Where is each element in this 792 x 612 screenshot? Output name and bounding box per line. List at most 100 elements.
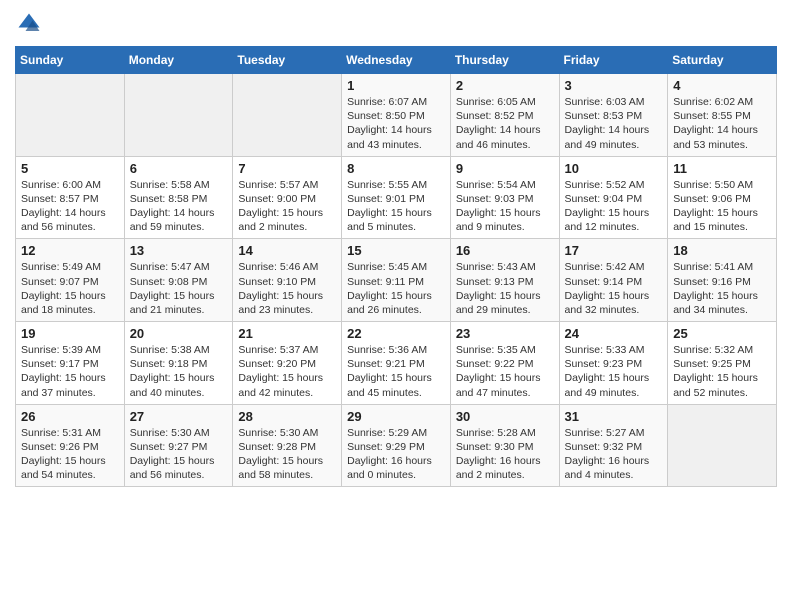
calendar-cell: 1Sunrise: 6:07 AM Sunset: 8:50 PM Daylig… — [342, 74, 451, 157]
calendar-cell: 21 Sunrise: 5:37 AM Sunset: 9:20 PM Dayli… — [233, 322, 342, 405]
calendar-cell: 17Sunrise: 5:42 AM Sunset: 9:14 PM Dayli… — [559, 239, 668, 322]
day-number: 15 — [347, 243, 445, 258]
calendar-cell — [668, 404, 777, 487]
page-header — [15, 10, 777, 38]
calendar-cell — [233, 74, 342, 157]
calendar-cell: 29Sunrise: 5:29 AM Sunset: 9:29 PM Dayli… — [342, 404, 451, 487]
day-info: Sunrise: 6:02 AM Sunset: 8:55 PM Dayligh… — [673, 95, 771, 152]
calendar-cell: 25 Sunrise: 5:32 AM Sunset: 9:25 PM Dayli… — [668, 322, 777, 405]
calendar-cell: 13Sunrise: 5:47 AM Sunset: 9:08 PM Dayli… — [124, 239, 233, 322]
day-info: Sunrise: 5:49 AM Sunset: 9:07 PM Dayligh… — [21, 260, 119, 317]
calendar-cell: 31Sunrise: 5:27 AM Sunset: 9:32 PM Dayli… — [559, 404, 668, 487]
calendar-week-3: 12 Sunrise: 5:49 AM Sunset: 9:07 PM Dayli… — [16, 239, 777, 322]
calendar-cell: 26 Sunrise: 5:31 AM Sunset: 9:26 PM Dayli… — [16, 404, 125, 487]
day-number: 8 — [347, 161, 445, 176]
day-number: 2 — [456, 78, 554, 93]
day-number: 26 — [21, 409, 119, 424]
calendar-table: SundayMondayTuesdayWednesdayThursdayFrid… — [15, 46, 777, 487]
calendar-cell: 7 Sunrise: 5:57 AM Sunset: 9:00 PM Daylig… — [233, 156, 342, 239]
calendar-week-4: 19 Sunrise: 5:39 AM Sunset: 9:17 PM Dayli… — [16, 322, 777, 405]
day-info: Sunrise: 5:37 AM Sunset: 9:20 PM Dayligh… — [238, 343, 336, 400]
day-info: Sunrise: 5:28 AM Sunset: 9:30 PM Dayligh… — [456, 426, 554, 483]
calendar-cell: 30 Sunrise: 5:28 AM Sunset: 9:30 PM Dayli… — [450, 404, 559, 487]
day-number: 21 — [238, 326, 336, 341]
day-number: 4 — [673, 78, 771, 93]
day-info: Sunrise: 5:39 AM Sunset: 9:17 PM Dayligh… — [21, 343, 119, 400]
calendar-cell: 14 Sunrise: 5:46 AM Sunset: 9:10 PM Dayli… — [233, 239, 342, 322]
day-info: Sunrise: 5:31 AM Sunset: 9:26 PM Dayligh… — [21, 426, 119, 483]
day-info: Sunrise: 5:46 AM Sunset: 9:10 PM Dayligh… — [238, 260, 336, 317]
day-info: Sunrise: 5:50 AM Sunset: 9:06 PM Dayligh… — [673, 178, 771, 235]
calendar-cell: 6Sunrise: 5:58 AM Sunset: 8:58 PM Daylig… — [124, 156, 233, 239]
calendar-cell: 10 Sunrise: 5:52 AM Sunset: 9:04 PM Dayli… — [559, 156, 668, 239]
weekday-header-monday: Monday — [124, 47, 233, 74]
day-info: Sunrise: 6:05 AM Sunset: 8:52 PM Dayligh… — [456, 95, 554, 152]
calendar-cell — [124, 74, 233, 157]
day-number: 19 — [21, 326, 119, 341]
day-info: Sunrise: 5:43 AM Sunset: 9:13 PM Dayligh… — [456, 260, 554, 317]
calendar-cell: 24 Sunrise: 5:33 AM Sunset: 9:23 PM Dayli… — [559, 322, 668, 405]
day-info: Sunrise: 5:41 AM Sunset: 9:16 PM Dayligh… — [673, 260, 771, 317]
calendar-week-2: 5 Sunrise: 6:00 AM Sunset: 8:57 PM Daylig… — [16, 156, 777, 239]
day-info: Sunrise: 5:30 AM Sunset: 9:28 PM Dayligh… — [238, 426, 336, 483]
day-number: 1 — [347, 78, 445, 93]
weekday-header-saturday: Saturday — [668, 47, 777, 74]
day-number: 3 — [565, 78, 663, 93]
calendar-cell: 12 Sunrise: 5:49 AM Sunset: 9:07 PM Dayli… — [16, 239, 125, 322]
day-number: 7 — [238, 161, 336, 176]
calendar-cell: 9Sunrise: 5:54 AM Sunset: 9:03 PM Daylig… — [450, 156, 559, 239]
calendar-cell: 28 Sunrise: 5:30 AM Sunset: 9:28 PM Dayli… — [233, 404, 342, 487]
day-info: Sunrise: 5:33 AM Sunset: 9:23 PM Dayligh… — [565, 343, 663, 400]
day-number: 10 — [565, 161, 663, 176]
weekday-header-thursday: Thursday — [450, 47, 559, 74]
day-number: 9 — [456, 161, 554, 176]
day-number: 22 — [347, 326, 445, 341]
day-info: Sunrise: 6:00 AM Sunset: 8:57 PM Dayligh… — [21, 178, 119, 235]
day-number: 27 — [130, 409, 228, 424]
day-number: 18 — [673, 243, 771, 258]
day-number: 5 — [21, 161, 119, 176]
weekday-header-row: SundayMondayTuesdayWednesdayThursdayFrid… — [16, 47, 777, 74]
weekday-header-friday: Friday — [559, 47, 668, 74]
day-info: Sunrise: 5:35 AM Sunset: 9:22 PM Dayligh… — [456, 343, 554, 400]
logo — [15, 10, 47, 38]
day-info: Sunrise: 5:52 AM Sunset: 9:04 PM Dayligh… — [565, 178, 663, 235]
day-info: Sunrise: 5:30 AM Sunset: 9:27 PM Dayligh… — [130, 426, 228, 483]
day-number: 16 — [456, 243, 554, 258]
calendar-cell: 8 Sunrise: 5:55 AM Sunset: 9:01 PM Daylig… — [342, 156, 451, 239]
day-number: 23 — [456, 326, 554, 341]
day-number: 17 — [565, 243, 663, 258]
day-number: 25 — [673, 326, 771, 341]
day-number: 28 — [238, 409, 336, 424]
day-number: 30 — [456, 409, 554, 424]
day-info: Sunrise: 5:55 AM Sunset: 9:01 PM Dayligh… — [347, 178, 445, 235]
calendar-cell: 3Sunrise: 6:03 AM Sunset: 8:53 PM Daylig… — [559, 74, 668, 157]
day-number: 14 — [238, 243, 336, 258]
calendar-cell: 27 Sunrise: 5:30 AM Sunset: 9:27 PM Dayli… — [124, 404, 233, 487]
calendar-cell: 2 Sunrise: 6:05 AM Sunset: 8:52 PM Daylig… — [450, 74, 559, 157]
day-number: 31 — [565, 409, 663, 424]
calendar-cell: 11 Sunrise: 5:50 AM Sunset: 9:06 PM Dayli… — [668, 156, 777, 239]
calendar-cell: 15 Sunrise: 5:45 AM Sunset: 9:11 PM Dayli… — [342, 239, 451, 322]
calendar-week-5: 26 Sunrise: 5:31 AM Sunset: 9:26 PM Dayli… — [16, 404, 777, 487]
day-info: Sunrise: 5:36 AM Sunset: 9:21 PM Dayligh… — [347, 343, 445, 400]
day-info: Sunrise: 5:32 AM Sunset: 9:25 PM Dayligh… — [673, 343, 771, 400]
day-number: 20 — [130, 326, 228, 341]
day-number: 24 — [565, 326, 663, 341]
weekday-header-wednesday: Wednesday — [342, 47, 451, 74]
day-number: 11 — [673, 161, 771, 176]
day-info: Sunrise: 5:47 AM Sunset: 9:08 PM Dayligh… — [130, 260, 228, 317]
weekday-header-sunday: Sunday — [16, 47, 125, 74]
day-info: Sunrise: 5:57 AM Sunset: 9:00 PM Dayligh… — [238, 178, 336, 235]
weekday-header-tuesday: Tuesday — [233, 47, 342, 74]
calendar-cell: 5 Sunrise: 6:00 AM Sunset: 8:57 PM Daylig… — [16, 156, 125, 239]
day-number: 29 — [347, 409, 445, 424]
day-number: 6 — [130, 161, 228, 176]
calendar-cell: 4 Sunrise: 6:02 AM Sunset: 8:55 PM Daylig… — [668, 74, 777, 157]
day-number: 12 — [21, 243, 119, 258]
calendar-cell: 22 Sunrise: 5:36 AM Sunset: 9:21 PM Dayli… — [342, 322, 451, 405]
calendar-cell: 20Sunrise: 5:38 AM Sunset: 9:18 PM Dayli… — [124, 322, 233, 405]
calendar-cell — [16, 74, 125, 157]
day-info: Sunrise: 5:45 AM Sunset: 9:11 PM Dayligh… — [347, 260, 445, 317]
calendar-cell: 18 Sunrise: 5:41 AM Sunset: 9:16 PM Dayli… — [668, 239, 777, 322]
